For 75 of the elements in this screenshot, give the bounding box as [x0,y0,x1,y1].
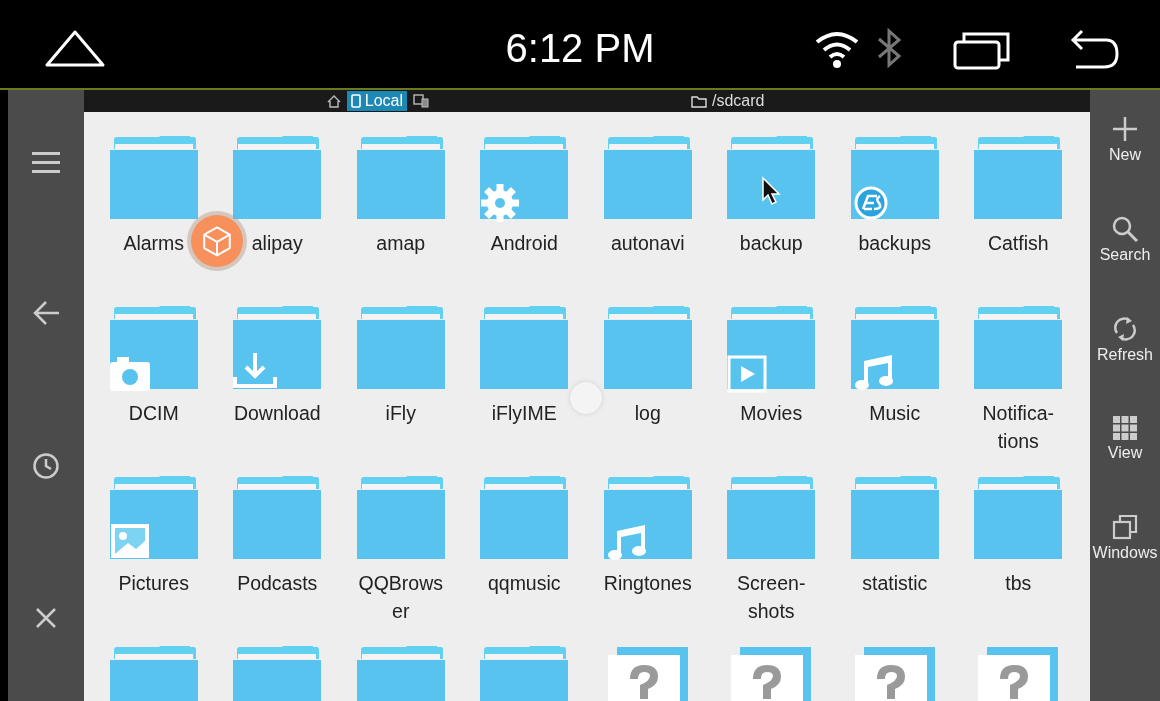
folder-name: amap [376,231,426,256]
folder-with-camera-icon[interactable] [109,307,198,389]
devices-icon[interactable] [413,94,429,108]
folder-name: statistic [862,571,928,596]
back-icon[interactable] [1070,28,1120,70]
windows-icon [1112,514,1138,540]
folder-name: autonavi [610,231,685,256]
folder-name: qqmusic [487,571,561,596]
folder-name: backup [739,231,803,256]
folder-icon[interactable] [974,477,1063,559]
home-icon[interactable] [44,28,106,68]
folder-icon[interactable] [727,137,816,219]
clock-icon[interactable] [32,452,60,480]
folder-with-image-icon[interactable] [109,477,198,559]
floating-action-button[interactable] [191,215,243,267]
folder-icon[interactable] [480,307,569,389]
folder-name: iFly [385,401,416,426]
folder-with-logo-icon[interactable] [850,137,939,219]
search-icon [1112,216,1138,242]
refresh-icon [1112,316,1138,342]
folder-icon[interactable] [850,477,939,559]
folder-name: Ringtones [603,571,692,596]
folder-with-download-icon[interactable] [233,307,322,389]
folder-icon[interactable] [603,307,692,389]
folder-name: Movies [740,401,803,426]
home-icon[interactable] [326,94,341,108]
folder-with-music-icon[interactable] [603,477,692,559]
folder-icon[interactable] [233,137,322,219]
folder-with-gear-icon[interactable] [480,137,569,219]
folder-name: Music [869,401,921,426]
folder-name: Download [233,401,321,426]
toolbar-button[interactable]: Search [1099,216,1151,264]
folder-icon[interactable] [974,137,1063,219]
phone-icon [350,94,361,108]
plus-icon [1112,116,1138,142]
clock-time: 6:12 PM [505,26,655,71]
folder-name: DCIM [128,401,179,426]
folder-icon[interactable] [727,477,816,559]
folder-icon[interactable] [974,307,1063,389]
folder-name: Notifica- tions [982,401,1054,454]
toolbar-button[interactable]: View [1107,416,1143,462]
storage-tab[interactable]: Local [346,91,407,111]
folder-name: Android [490,231,558,256]
recent-apps-icon[interactable] [952,30,1012,70]
folder-name: Podcasts [237,571,318,596]
close-icon[interactable] [34,606,58,630]
folder-icon[interactable] [356,477,445,559]
folder-icon[interactable] [233,477,322,559]
tab-label: Local [364,92,403,110]
folder-name: QQBrows er [358,571,443,624]
folder-name: Alarms [123,231,185,256]
toolbar-button[interactable]: New [1109,116,1141,164]
grid-icon [1113,416,1137,440]
back-arrow-icon[interactable] [32,300,60,326]
cube-icon [201,225,233,257]
folder-name: log [634,401,661,426]
folder-name: Screen- shots [737,571,806,624]
folder-name: Catfish [987,231,1049,256]
folder-with-music-icon[interactable] [850,307,939,389]
folder-name: alipay [251,231,303,256]
folder-icon[interactable] [109,137,198,219]
folder-icon[interactable] [356,307,445,389]
folder-name: tbs [1005,571,1032,596]
folder-icon[interactable] [356,137,445,219]
folder-name: iFlyIME [491,401,557,426]
folder-icon[interactable] [603,137,692,219]
mouse-pointer-icon [761,176,781,206]
toolbar-button[interactable]: Windows [1092,514,1158,562]
current-path: /sdcard [712,92,765,110]
folder-icon [691,94,707,108]
toolbar-button[interactable]: Refresh [1097,316,1153,364]
folder-name: Pictures [118,571,189,596]
folder-name: backups [858,231,932,256]
folder-icon[interactable] [480,477,569,559]
menu-icon[interactable] [32,152,60,174]
